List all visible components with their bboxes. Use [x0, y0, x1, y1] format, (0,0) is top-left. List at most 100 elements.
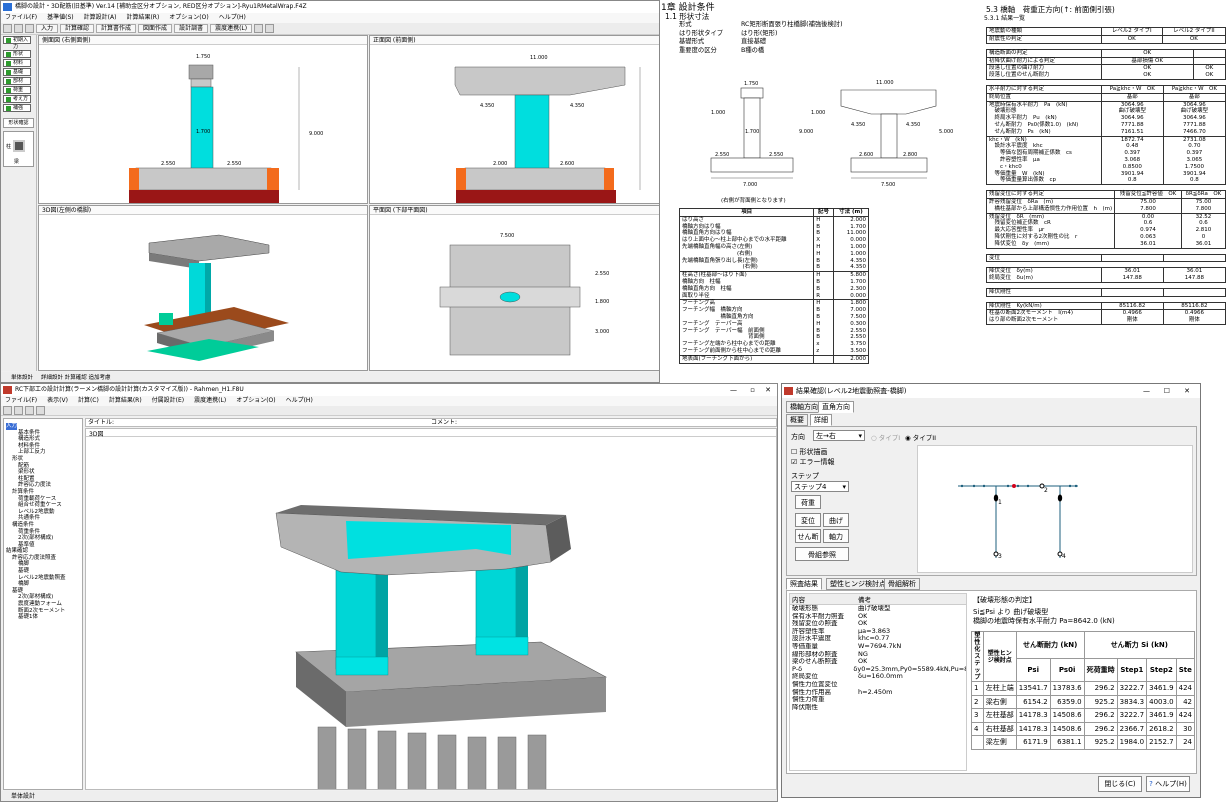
title-field[interactable]: タイトル: コメント:	[85, 418, 777, 427]
bottom-tab[interactable]: 詳細設計 計算確認 追加考慮	[41, 375, 111, 381]
nav-item[interactable]: 形状	[3, 50, 31, 58]
load-button[interactable]: 荷重	[795, 495, 821, 509]
menu-item[interactable]: 計算(C)	[78, 397, 99, 404]
tree-item[interactable]: 構造形式	[6, 436, 80, 443]
axial-force-button[interactable]: 軸力	[823, 529, 849, 543]
nav-item[interactable]: 初期入力	[3, 36, 31, 50]
open-icon[interactable]	[14, 406, 23, 415]
menu-item[interactable]: オプション(O)	[236, 397, 275, 404]
menu-item[interactable]: 付属設計(E)	[152, 397, 184, 404]
table-row[interactable]: 4 右柱基部 14178.3 14508.6 296.2 2366.7 2618.2 30	[971, 721, 1195, 736]
tree-item[interactable]: 共通条件	[6, 515, 80, 522]
frame-diagram[interactable]: 1 2 3 4	[917, 445, 1193, 573]
kv-row[interactable]: 降伏剛性	[790, 704, 966, 712]
menu-help[interactable]: ヘルプ(H)	[219, 14, 246, 21]
tree-item[interactable]: 入力	[6, 423, 18, 430]
menu-item[interactable]: ファイル(F)	[5, 397, 37, 404]
nav-group-tab[interactable]: 形状確認	[3, 118, 34, 128]
bending-button[interactable]: 曲げ	[823, 513, 849, 527]
menu-standard[interactable]: 基準値(S)	[47, 14, 74, 21]
open-icon[interactable]	[14, 24, 23, 33]
tree-item[interactable]: 構造条件	[6, 522, 80, 529]
tb-survey[interactable]: 設計調書	[174, 24, 209, 33]
menu-result[interactable]: 計算結果(R)	[126, 14, 159, 21]
close-icon[interactable]: ✕	[765, 384, 771, 396]
nav-item[interactable]: 材料	[3, 59, 31, 67]
checkbox-error[interactable]: ☑ エラー情報	[791, 457, 835, 467]
menu-option[interactable]: オプション(O)	[169, 14, 208, 21]
nav-item[interactable]: 補強	[3, 104, 31, 112]
kv-row[interactable]: 慣性力荷重	[790, 696, 966, 704]
radio-type2[interactable]: ◉ タイプII	[905, 432, 936, 442]
new-icon[interactable]	[3, 24, 12, 33]
menu-file[interactable]: ファイル(F)	[5, 14, 37, 21]
checkbox-shape[interactable]: ☐ 形状描画	[791, 447, 828, 457]
tree-item[interactable]: 形状	[6, 456, 80, 463]
kv-row[interactable]: 線形部材の照査 NG	[790, 651, 966, 659]
3d-viewport[interactable]: 3D図	[85, 428, 777, 790]
displacement-button[interactable]: 変位	[795, 513, 821, 527]
tb-seismic[interactable]: 震度連携(L)	[210, 24, 253, 33]
tree-item[interactable]: 梁形状	[6, 469, 80, 476]
pane-side-view[interactable]: 側面図 (右側面側) 1.750 1.700 9.000 2.550 2.550	[38, 35, 368, 204]
kv-row[interactable]: 残留変位の照査 OK	[790, 620, 966, 628]
tab-frame-analysis[interactable]: 骨組解析	[884, 578, 920, 590]
print-icon[interactable]	[36, 406, 45, 415]
print-icon[interactable]	[254, 24, 264, 33]
menu-item[interactable]: 表示(V)	[47, 397, 68, 404]
tree-item[interactable]: 計算条件	[6, 489, 80, 496]
menu-item[interactable]: 計算結果(R)	[109, 397, 142, 404]
table-row[interactable]: 梁左側 6171.9 6381.1 925.2 1984.0 2152.7 24	[971, 735, 1195, 750]
minimize-icon[interactable]: —	[730, 384, 737, 396]
tab-axial-direction[interactable]: 橋軸方向	[786, 401, 822, 413]
section-preview[interactable]	[13, 140, 25, 152]
tree-item[interactable]: 組合せ荷重ケース	[6, 502, 80, 509]
tab-check-result[interactable]: 照査結果	[786, 578, 822, 590]
table-row[interactable]: 1 左柱上端 13541.7 13783.6 296.2 3222.7 3461.9 424	[971, 681, 1195, 696]
bottom-tab[interactable]: 単体設計	[11, 375, 33, 381]
kv-row[interactable]: 設計水平震度 khc=0.77	[790, 635, 966, 643]
tree-item[interactable]: 震度連動フォーム	[6, 601, 80, 608]
maximize-icon[interactable]: ▫	[750, 384, 755, 396]
tab-detail[interactable]: 詳細	[810, 414, 832, 426]
close-button[interactable]: 閉じる(C)	[1098, 776, 1142, 792]
help-icon[interactable]	[265, 24, 275, 33]
new-icon[interactable]	[3, 406, 12, 415]
pane-front-view[interactable]: 正面図 (前面側) 11.000 4.350 4.350 2.000 2.600	[369, 35, 659, 204]
menu-calc[interactable]: 計算設計(A)	[84, 14, 117, 21]
nav-item[interactable]: 考え方	[3, 95, 31, 103]
tb-drawing[interactable]: 図面作成	[138, 24, 173, 33]
menu-item[interactable]: 震度連携(L)	[194, 397, 226, 404]
menu-item[interactable]: ヘルプ(H)	[286, 397, 313, 404]
kv-row[interactable]: 許容塑性率 μa=3.863	[790, 628, 966, 636]
direction-select[interactable]: 左→右 ▾	[813, 430, 865, 441]
close-icon[interactable]: ✕	[1184, 384, 1190, 398]
nav-item[interactable]: 基礎	[3, 68, 31, 76]
kv-row[interactable]: P-δ δy0=25.3mm,Py0=5589.4kN,Pu=8...	[790, 666, 966, 674]
save-icon[interactable]	[25, 24, 34, 33]
minimize-icon[interactable]: —	[1143, 384, 1150, 398]
step-select[interactable]: ステップ4 ▾	[791, 481, 849, 492]
help-button[interactable]: ? ヘルプ(H)	[1146, 776, 1190, 792]
tree-item[interactable]: 許容応力度法	[6, 482, 80, 489]
save-icon[interactable]	[25, 406, 34, 415]
tree-item[interactable]: 基礎	[6, 568, 80, 575]
tab-overview[interactable]: 概要	[786, 414, 808, 426]
frame-reference-button[interactable]: 骨組参照	[795, 547, 849, 561]
nav-item[interactable]: 部材	[3, 77, 31, 85]
tb-input[interactable]: 入力	[36, 24, 59, 33]
tree-item[interactable]: 結果確認	[6, 548, 80, 555]
tb-calc-check[interactable]: 計算確認	[60, 24, 95, 33]
kv-row[interactable]: 等価重量 W=7694.7kN	[790, 643, 966, 651]
table-row[interactable]: 2 梁右側 6154.2 6359.0 925.2 3834.3 4003.0 42	[971, 694, 1195, 709]
tree-item[interactable]: 2次(部材構成)	[6, 535, 80, 542]
tab-plastic-hinge[interactable]: 塑性ヒンジ検討点	[826, 578, 890, 590]
kv-row[interactable]: 保有水平耐力照査 OK	[790, 613, 966, 621]
tb-report[interactable]: 計算書作成	[96, 24, 137, 33]
tree-item[interactable]: 上部工反力	[6, 449, 80, 456]
pane-3d-view[interactable]: 3D図(左側の橋脚)	[38, 205, 368, 371]
radio-type1[interactable]: ○ タイプI	[871, 432, 900, 442]
maximize-icon[interactable]: ☐	[1164, 384, 1170, 398]
table-row[interactable]: 3 左柱基部 14178.3 14508.6 296.2 3222.7 3461.9 424	[971, 708, 1195, 723]
tree-item[interactable]: 基礎1体	[6, 614, 80, 621]
